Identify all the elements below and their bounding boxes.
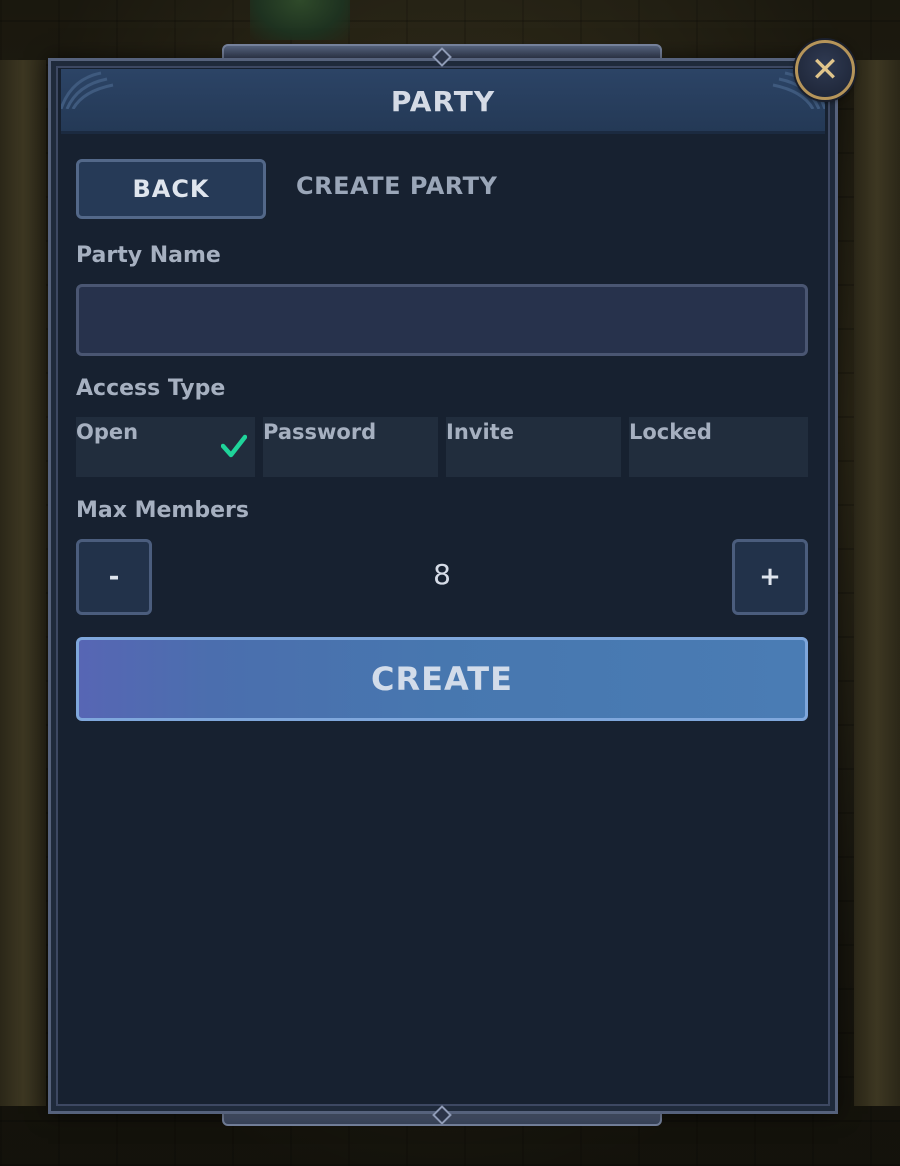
background-pillar-right xyxy=(854,60,900,1106)
party-name-input[interactable] xyxy=(76,284,808,356)
access-option-open[interactable]: Open xyxy=(76,417,255,477)
back-button[interactable]: BACK xyxy=(76,159,266,219)
access-option-invite[interactable]: Invite xyxy=(446,417,621,477)
decrement-button[interactable]: - xyxy=(76,539,152,615)
max-members-label: Max Members xyxy=(76,498,249,523)
access-option-label: Password xyxy=(263,420,377,444)
increment-button[interactable]: + xyxy=(732,539,808,615)
checkmark-icon xyxy=(221,434,247,458)
max-members-value: 8 xyxy=(433,558,451,591)
close-icon: ✕ xyxy=(810,50,840,90)
access-option-label: Invite xyxy=(446,420,514,444)
access-type-label: Access Type xyxy=(76,376,226,401)
access-option-password[interactable]: Password xyxy=(263,417,438,477)
create-button[interactable]: CREATE xyxy=(76,637,808,721)
party-name-label: Party Name xyxy=(76,243,221,268)
background-pillar-left xyxy=(0,60,46,1106)
panel-title: PARTY xyxy=(390,85,496,118)
page-subtitle: CREATE PARTY xyxy=(296,172,498,200)
access-option-label: Open xyxy=(76,420,139,444)
panel-header: PARTY xyxy=(61,69,825,134)
close-button[interactable]: ✕ xyxy=(795,40,855,100)
access-option-locked[interactable]: Locked xyxy=(629,417,808,477)
access-option-label: Locked xyxy=(629,420,712,444)
background-foliage xyxy=(250,0,350,40)
